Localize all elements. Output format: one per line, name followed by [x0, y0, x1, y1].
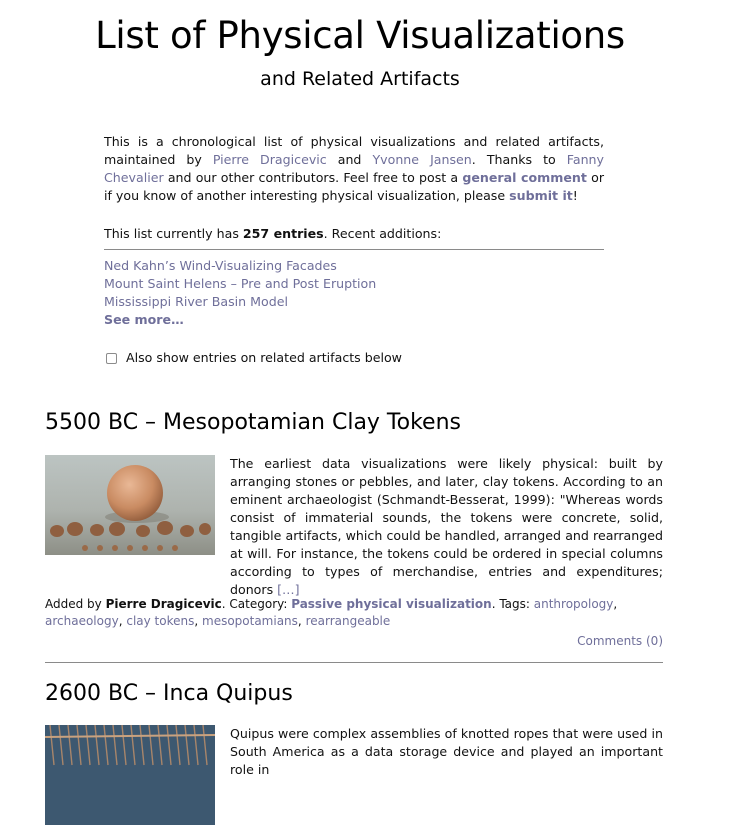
intro-paragraph: This is a chronological list of physical…	[104, 133, 604, 205]
entry-count: This list currently has 257 entries. Rec…	[104, 225, 604, 243]
entry-meta: Added by Pierre Dragicevic. Category: Pa…	[45, 597, 618, 628]
intro-text: and our other contributors. Feel free to…	[163, 170, 463, 185]
see-more-link[interactable]: See more…	[104, 311, 604, 329]
comments-link[interactable]: Comments (0)	[577, 633, 663, 650]
entry-description: Quipus were complex assemblies of knotte…	[230, 725, 663, 779]
general-comment-link[interactable]: general comment	[462, 170, 587, 185]
page-subtitle: and Related Artifacts	[260, 68, 460, 90]
tag-link[interactable]: mesopotamians	[202, 614, 298, 628]
read-more-link[interactable]: […]	[277, 582, 299, 597]
meta-text: Added by	[45, 597, 106, 611]
author-link-pierre[interactable]: Pierre Dragicevic	[213, 152, 327, 167]
tag-link[interactable]: anthropology	[534, 597, 614, 611]
meta-text: . Category:	[221, 597, 292, 611]
recent-item-link[interactable]: Mississippi River Basin Model	[104, 293, 604, 311]
recent-item-link[interactable]: Mount Saint Helens – Pre and Post Erupti…	[104, 275, 604, 293]
intro-text: and	[326, 152, 373, 167]
related-artifacts-toggle[interactable]: Also show entries on related artifacts b…	[106, 349, 402, 367]
clay-tokens-image[interactable]	[45, 455, 215, 555]
tag-link[interactable]: rearrangeable	[306, 614, 391, 628]
quipus-photo	[45, 725, 215, 825]
entry-title[interactable]: 5500 BC – Mesopotamian Clay Tokens	[45, 409, 461, 437]
author-link-yvonne[interactable]: Yvonne Jansen	[372, 152, 471, 167]
count-entries: 257 entries	[242, 226, 324, 241]
entry-description: The earliest data visualizations were li…	[230, 455, 663, 599]
category-link[interactable]: Passive physical visualization	[291, 597, 491, 611]
divider	[104, 249, 604, 250]
checkbox-label[interactable]: Also show entries on related artifacts b…	[126, 349, 402, 367]
added-by-author: Pierre Dragicevic	[105, 597, 222, 611]
recent-additions-list: Ned Kahn’s Wind-Visualizing Facades Moun…	[104, 257, 604, 329]
count-suffix: . Recent additions:	[323, 226, 442, 241]
entry-text: The earliest data visualizations were li…	[230, 456, 663, 597]
intro-text: !	[572, 188, 578, 203]
count-prefix: This list currently has	[104, 226, 243, 241]
intro-text: . Thanks to	[471, 152, 567, 167]
clay-tokens-photo	[45, 455, 215, 555]
submit-link[interactable]: submit it	[509, 188, 573, 203]
recent-item-link[interactable]: Ned Kahn’s Wind-Visualizing Facades	[104, 257, 604, 275]
related-artifacts-checkbox[interactable]	[106, 352, 117, 364]
entry-text: Quipus were complex assemblies of knotte…	[230, 726, 663, 777]
tag-link[interactable]: clay tokens	[126, 614, 194, 628]
entry-title[interactable]: 2600 BC – Inca Quipus	[45, 680, 293, 708]
quipus-image[interactable]	[45, 725, 215, 825]
meta-text: . Tags:	[491, 597, 534, 611]
entry-divider	[45, 662, 663, 663]
page-title: List of Physical Visualizations	[95, 14, 625, 57]
tag-link[interactable]: archaeology	[45, 614, 119, 628]
